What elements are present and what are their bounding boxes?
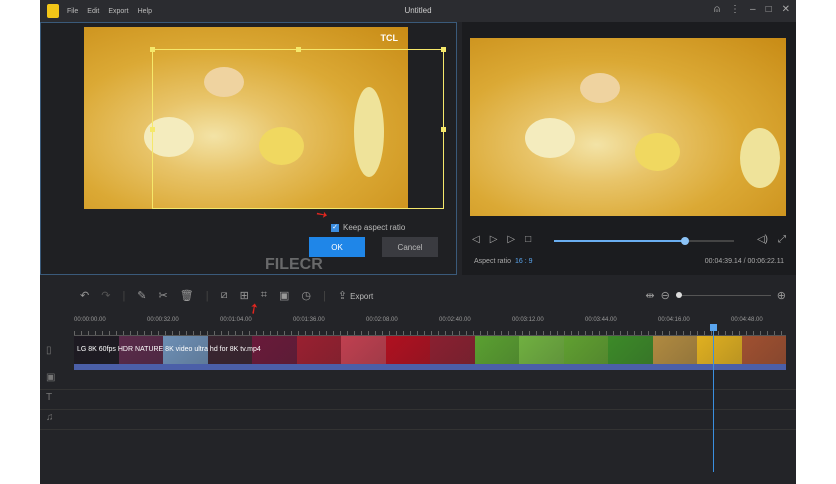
menu-export[interactable]: Export — [108, 8, 128, 15]
music-track[interactable]: ♫ — [40, 412, 796, 430]
text-track[interactable]: T — [40, 392, 796, 410]
edit-toolbar: ↶ ↷ | ✎ ✂ 🗑 | ⧄ ⊞ ⌗ ▣ ◷ | ⇪ Export — [80, 289, 374, 302]
app-logo — [47, 4, 59, 18]
zoom-slider[interactable] — [675, 292, 771, 298]
maximize-icon[interactable]: □ — [766, 4, 772, 15]
clip-thumbnail — [341, 336, 386, 364]
playhead-handle[interactable] — [710, 324, 717, 331]
speed-icon[interactable]: ◷ — [301, 289, 311, 302]
aspect-label: Aspect ratio — [474, 258, 511, 265]
export-label: Export — [350, 292, 374, 301]
crop-panel: TCL ✓ Keep aspect ratio OK Cancel ➘ — [40, 22, 457, 275]
preview-panel: ◁ ▷ ▷ □ ◁) ⤢ Aspect ratio 16 : 9 00:04:39… — [462, 22, 796, 275]
ruler-tick: 00:03:44.00 — [585, 317, 617, 323]
play-icon[interactable]: ▷ — [490, 234, 498, 245]
ruler-tick: 00:00:32.00 — [147, 317, 179, 323]
preview-image — [470, 38, 786, 216]
volume-icon[interactable]: ◁) — [757, 234, 768, 245]
screenshot-icon[interactable]: ▣ — [279, 289, 289, 302]
clip-thumbnail — [741, 336, 786, 364]
edit-icon[interactable]: ✎ — [137, 289, 146, 302]
ok-button[interactable]: OK — [309, 237, 365, 257]
ruler-tick: 00:01:36.00 — [293, 317, 325, 323]
crop-box[interactable] — [150, 47, 446, 209]
seek-knob[interactable] — [681, 237, 690, 245]
ruler-tick: 00:03:12.00 — [512, 317, 544, 323]
pip-track-icon: ▣ — [46, 372, 56, 383]
video-track-icon: ▯ — [46, 345, 52, 356]
cancel-button[interactable]: Cancel — [382, 237, 438, 257]
clip-thumbnail — [430, 336, 475, 364]
ruler-tick: 00:04:48.00 — [731, 317, 763, 323]
ruler-tick: 00:02:40.00 — [439, 317, 471, 323]
ruler-tick: 00:04:16.00 — [658, 317, 690, 323]
clip-thumbnail — [519, 336, 564, 364]
clip-thumbnail — [385, 336, 430, 364]
crop-icon[interactable]: ⧄ — [221, 289, 228, 302]
minimize-icon[interactable]: – — [750, 4, 756, 15]
watermark: FILECR — [265, 256, 323, 273]
timeline-ruler[interactable]: 00:00:00.00 00:00:32.00 00:01:04.00 00:01:3… — [74, 314, 786, 336]
clip-thumbnail — [608, 336, 653, 364]
keep-aspect-checkbox[interactable]: ✓ Keep aspect ratio — [331, 223, 405, 232]
close-icon[interactable]: ✕ — [782, 4, 790, 15]
fullscreen-icon[interactable]: ⤢ — [778, 234, 786, 245]
title-bar: File Edit Export Help Untitled ⍝ ⋮ – □ ✕ — [40, 0, 796, 22]
text-track-icon: T — [46, 392, 53, 403]
clip-thumbnail — [474, 336, 519, 364]
delete-icon[interactable]: 🗑 — [180, 289, 194, 302]
ruler-tick: 00:00:00.00 — [74, 317, 106, 323]
clip-thumbnail — [697, 336, 742, 364]
clip-label: LG 8K 60fps HDR NATURE 8K video ultra hd… — [77, 346, 261, 353]
clip-thumbnail — [296, 336, 341, 364]
clip-thumbnail — [652, 336, 697, 364]
aspect-value[interactable]: 16 : 9 — [515, 258, 533, 265]
keep-aspect-label: Keep aspect ratio — [343, 223, 406, 232]
music-track-icon: ♫ — [46, 412, 54, 423]
checkbox-checked-icon[interactable]: ✓ — [331, 223, 339, 232]
ruler-tick: 00:01:04.00 — [220, 317, 252, 323]
zoom-out-icon[interactable]: ⊖ — [661, 289, 670, 302]
seek-slider[interactable] — [554, 237, 734, 245]
window-title: Untitled — [404, 6, 432, 15]
app-window: File Edit Export Help Untitled ⍝ ⋮ – □ ✕… — [40, 0, 796, 484]
menu-help[interactable]: Help — [138, 8, 152, 15]
brand-logo: TCL — [380, 33, 399, 43]
redo-icon[interactable]: ↷ — [101, 289, 110, 302]
menu-edit[interactable]: Edit — [87, 8, 99, 15]
export-button[interactable]: ⇪ Export — [338, 289, 373, 302]
time-display: 00:04:39.14 / 00:06:22.11 — [704, 258, 784, 265]
undo-icon[interactable]: ↶ — [80, 289, 89, 302]
user-icon[interactable]: ⍝ — [714, 4, 720, 15]
clip-thumbnail — [563, 336, 608, 364]
next-frame-icon[interactable]: ▷ — [507, 234, 515, 245]
mosaic-icon[interactable]: ⌗ — [261, 289, 267, 302]
aspect-ratio: Aspect ratio 16 : 9 — [474, 258, 532, 265]
pip-track[interactable]: ▣ — [40, 372, 796, 390]
cut-icon[interactable]: ✂ — [159, 289, 168, 302]
zoom-in-icon[interactable]: ⊕ — [777, 289, 786, 302]
playhead[interactable] — [713, 326, 714, 472]
ruler-tick: 00:02:08.00 — [366, 317, 398, 323]
add-frame-icon[interactable]: ⊞ — [240, 289, 249, 302]
menu-file[interactable]: File — [67, 8, 78, 15]
prev-frame-icon[interactable]: ◁ — [472, 234, 480, 245]
more-icon[interactable]: ⋮ — [730, 4, 740, 15]
crop-image: TCL — [84, 27, 446, 209]
fit-icon[interactable]: ⇹ — [645, 289, 654, 302]
stop-icon[interactable]: □ — [525, 234, 531, 245]
video-track[interactable] — [74, 336, 786, 370]
